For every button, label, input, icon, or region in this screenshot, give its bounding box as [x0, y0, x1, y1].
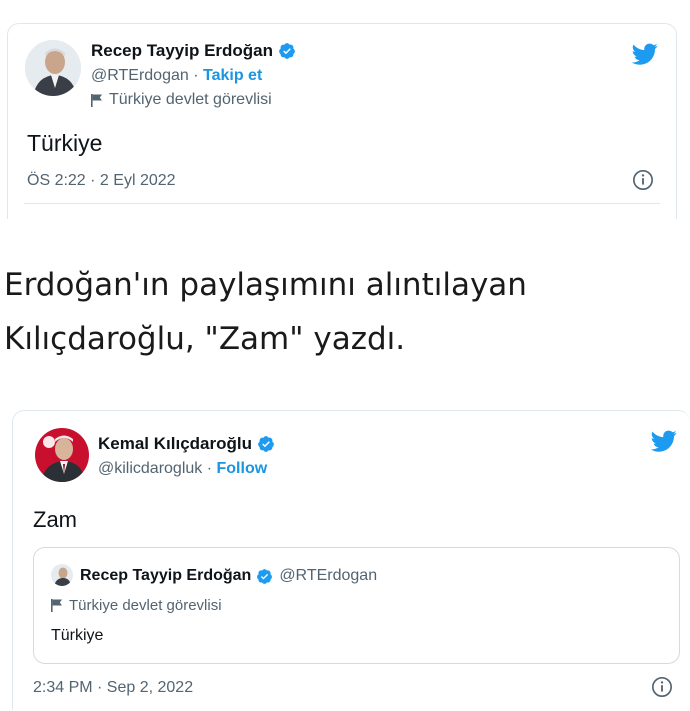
- quoted-author-name-text[interactable]: Recep Tayyip Erdoğan: [80, 567, 251, 585]
- author-handle[interactable]: @RTErdogan: [91, 67, 189, 84]
- verified-badge-icon: [279, 43, 295, 59]
- verified-badge-icon: [258, 436, 274, 452]
- follow-button[interactable]: Follow: [217, 460, 268, 477]
- quoted-gov-label-line: Türkiye devlet görevlisi: [51, 597, 222, 614]
- avatar-kilicdaroglu[interactable]: [35, 428, 89, 482]
- flag-icon: [51, 599, 62, 612]
- article-caption: Erdoğan'ın paylaşımını alıntılayan Kılıç…: [4, 267, 527, 357]
- avatar-erdogan[interactable]: [25, 40, 81, 96]
- author-name[interactable]: Kemal Kılıçdaroğlu: [98, 434, 275, 454]
- flag-icon: [91, 93, 102, 107]
- author-name[interactable]: Recep Tayyip Erdoğan: [91, 41, 296, 61]
- tweet-divider: [24, 203, 660, 204]
- quoted-avatar[interactable]: [51, 564, 73, 586]
- twitter-bird-icon[interactable]: [630, 41, 660, 67]
- tweet-timestamp[interactable]: 2:34 PM · Sep 2, 2022: [33, 679, 193, 697]
- verified-badge-icon: [257, 568, 273, 584]
- tweet-card-erdogan[interactable]: Recep Tayyip Erdoğan @RTErdogan · Takip …: [7, 23, 677, 219]
- info-icon[interactable]: [651, 676, 673, 698]
- info-icon[interactable]: [632, 169, 654, 191]
- tweet-card-kilicdaroglu[interactable]: Kemal Kılıçdaroğlu @kilicdarogluk · Foll…: [12, 410, 690, 710]
- handle-line: @RTErdogan · Takip et: [91, 67, 262, 85]
- handle-line: @kilicdarogluk · Follow: [98, 460, 267, 478]
- gov-label-line: Türkiye devlet görevlisi: [91, 91, 272, 109]
- quoted-author-name[interactable]: Recep Tayyip Erdoğan @RTErdogan: [80, 567, 377, 585]
- tweet-timestamp[interactable]: ÖS 2:22 · 2 Eyl 2022: [27, 172, 176, 190]
- tweet-text: Zam: [33, 507, 77, 532]
- author-name-text[interactable]: Recep Tayyip Erdoğan: [91, 41, 273, 61]
- handle-separator: ·: [188, 67, 203, 84]
- tweet-text: Türkiye: [27, 130, 103, 156]
- author-name-text[interactable]: Kemal Kılıçdaroğlu: [98, 434, 252, 454]
- quoted-tweet[interactable]: Recep Tayyip Erdoğan @RTErdogan Türkiye …: [33, 547, 680, 664]
- quoted-author-handle[interactable]: @RTErdogan: [279, 567, 377, 585]
- handle-separator: ·: [202, 460, 217, 477]
- author-handle[interactable]: @kilicdarogluk: [98, 460, 202, 477]
- gov-label: Türkiye devlet görevlisi: [109, 91, 272, 108]
- twitter-bird-icon[interactable]: [649, 428, 679, 454]
- quoted-tweet-text: Türkiye: [51, 627, 104, 644]
- follow-button[interactable]: Takip et: [203, 67, 262, 84]
- quoted-gov-label: Türkiye devlet görevlisi: [69, 597, 222, 614]
